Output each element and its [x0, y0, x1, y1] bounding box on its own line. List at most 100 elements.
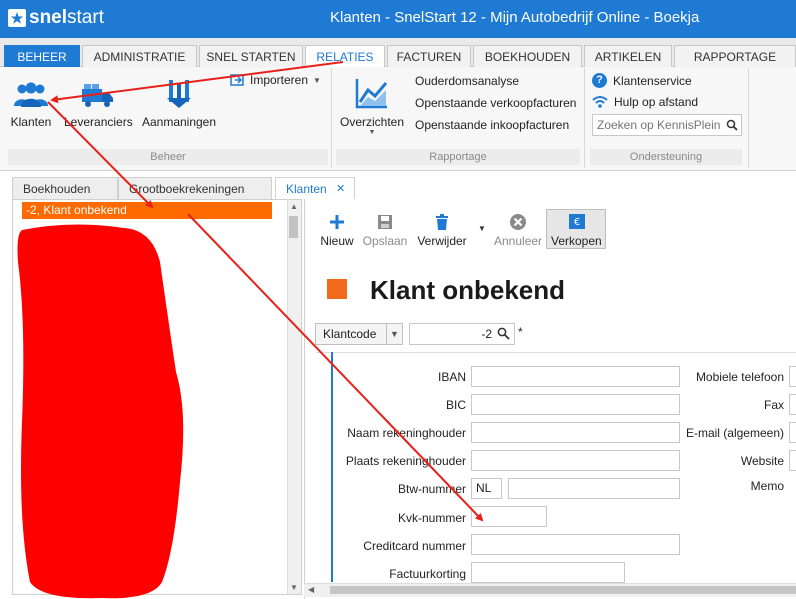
svg-text:€: €: [574, 217, 580, 228]
openstaande-verkoopfacturen-link[interactable]: Openstaande verkoopfacturen: [415, 96, 576, 110]
creditcard-label: Creditcard nummer: [363, 539, 466, 553]
snelstart-logo: ★ snel start: [8, 7, 104, 29]
close-icon[interactable]: ✕: [336, 178, 345, 200]
creditcard-input[interactable]: [471, 534, 680, 555]
bic-input[interactable]: [471, 394, 680, 415]
chart-icon: [355, 79, 388, 109]
importeren-button[interactable]: Importeren ▼: [230, 73, 321, 87]
list-item-selected[interactable]: -2, Klant onbekend: [22, 202, 272, 219]
fax-input[interactable]: [789, 394, 796, 415]
form-divider: [316, 352, 796, 353]
kvk-nummer-label: Kvk-nummer: [397, 511, 466, 525]
tab-rapportage[interactable]: RAPPORTAGE: [674, 45, 796, 67]
logo-text-bold: snel: [29, 7, 68, 28]
bic-label: BIC: [445, 398, 466, 412]
import-icon: [230, 74, 244, 86]
plus-icon: [330, 215, 344, 229]
form-accent-line: [331, 352, 333, 582]
naam-rekeninghouder-input[interactable]: [471, 422, 680, 443]
nieuw-button[interactable]: Nieuw: [318, 213, 356, 248]
plaats-rekeninghouder-input[interactable]: [471, 450, 680, 471]
doc-tab-boekhouden[interactable]: Boekhouden: [12, 177, 118, 199]
btw-nummer-label: Btw-nummer: [397, 482, 466, 496]
mobiele-telefoon-input[interactable]: [789, 366, 796, 387]
verwijder-button[interactable]: Verwijder: [416, 213, 468, 248]
scroll-down-icon[interactable]: ▼: [290, 583, 298, 592]
doc-tab-klanten[interactable]: Klanten ✕: [275, 177, 355, 199]
overzichten-button[interactable]: Overzichten ▼: [338, 76, 406, 136]
cancel-icon: [510, 214, 526, 230]
logo-text-light: start: [67, 7, 104, 28]
search-icon[interactable]: [497, 327, 510, 340]
ribbon-separator: [748, 68, 749, 168]
email-input[interactable]: [789, 422, 796, 443]
group-label-ondersteuning: Ondersteuning: [590, 149, 742, 165]
openstaande-inkoopfacturen-link[interactable]: Openstaande inkoopfacturen: [415, 118, 569, 132]
opslaan-button[interactable]: Opslaan: [362, 213, 408, 248]
doc-tab-label: Klanten: [286, 182, 327, 196]
reminder-icon: [167, 80, 191, 108]
tab-artikelen[interactable]: ARTIKELEN: [584, 45, 672, 67]
customer-color-square: [327, 279, 347, 299]
btw-nummer-input[interactable]: [508, 478, 680, 499]
fax-label: Fax: [763, 398, 784, 412]
klantenservice-link[interactable]: ? Klantenservice: [592, 73, 692, 88]
kvk-nummer-input[interactable]: [471, 506, 547, 527]
ribbon-separator: [331, 68, 332, 168]
trash-icon: [436, 214, 448, 230]
page-title: Klant onbekend: [370, 275, 566, 305]
required-marker: *: [518, 325, 523, 339]
iban-input[interactable]: [471, 366, 680, 387]
group-label-beheer: Beheer: [8, 149, 328, 165]
people-icon: [14, 82, 48, 107]
factuurkorting-label: Factuurkorting: [389, 567, 466, 581]
klantcode-label: Klantcode: [323, 327, 377, 341]
chevron-down-icon: ▼: [313, 75, 321, 85]
chevron-down-icon[interactable]: ▼: [478, 224, 486, 233]
iban-label: IBAN: [437, 370, 466, 384]
verkopen-button[interactable]: € Verkopen: [546, 209, 606, 249]
list-scrollbar[interactable]: [287, 200, 301, 594]
help-icon: ?: [592, 73, 607, 88]
leveranciers-button[interactable]: Leveranciers: [64, 80, 133, 129]
memo-label: Memo: [750, 479, 784, 493]
star-icon: ★: [8, 9, 26, 27]
mobiele-telefoon-label: Mobiele telefoon: [695, 370, 784, 384]
factuurkorting-input[interactable]: [471, 562, 625, 583]
plaats-rekeninghouder-label: Plaats rekeninghouder: [345, 454, 466, 468]
btw-prefix-input[interactable]: NL: [471, 478, 502, 499]
kennisplein-search[interactable]: [592, 114, 742, 136]
aanmaningen-button[interactable]: Aanmaningen: [140, 78, 218, 129]
website-input[interactable]: [789, 450, 796, 471]
scrollbar-thumb[interactable]: [289, 216, 298, 238]
website-label: Website: [740, 454, 784, 468]
scroll-left-icon[interactable]: ◀: [308, 585, 314, 594]
wifi-icon: [592, 96, 608, 108]
tab-administratie[interactable]: ADMINISTRATIE: [82, 45, 197, 67]
chevron-down-icon: ▼: [368, 129, 376, 136]
email-label: E-mail (algemeen): [685, 426, 784, 440]
tab-facturen[interactable]: FACTUREN: [387, 45, 471, 67]
redaction-overlay: [17, 224, 184, 599]
ribbon-separator: [584, 68, 585, 168]
scrollbar-thumb[interactable]: [330, 586, 796, 594]
tab-boekhouden[interactable]: BOEKHOUDEN: [473, 45, 582, 67]
ouderdomsanalyse-link[interactable]: Ouderdomsanalyse: [415, 74, 519, 88]
scroll-up-icon[interactable]: ▲: [290, 202, 298, 211]
annuleer-button[interactable]: Annuleer: [494, 213, 542, 248]
hulp-op-afstand-link[interactable]: Hulp op afstand: [592, 95, 698, 109]
group-label-rapportage: Rapportage: [336, 149, 580, 165]
tab-snel-starten[interactable]: SNEL STARTEN: [199, 45, 303, 67]
doc-tab-grootboekrekeningen[interactable]: Grootboekrekeningen: [118, 177, 272, 199]
invoice-euro-icon: €: [569, 214, 585, 229]
naam-rekeninghouder-label: Naam rekeninghouder: [347, 426, 466, 440]
save-icon: [378, 215, 392, 229]
search-input[interactable]: [593, 115, 721, 135]
search-icon[interactable]: [726, 119, 738, 131]
tab-relaties[interactable]: RELATIES: [305, 45, 385, 68]
window-title: Klanten - SnelStart 12 - Mijn Autobedrij…: [330, 9, 700, 26]
truck-icon: [82, 84, 113, 107]
chevron-down-icon[interactable]: ▼: [386, 324, 402, 344]
tab-beheer[interactable]: BEHEER: [4, 45, 80, 67]
klanten-button[interactable]: Klanten: [8, 80, 54, 129]
